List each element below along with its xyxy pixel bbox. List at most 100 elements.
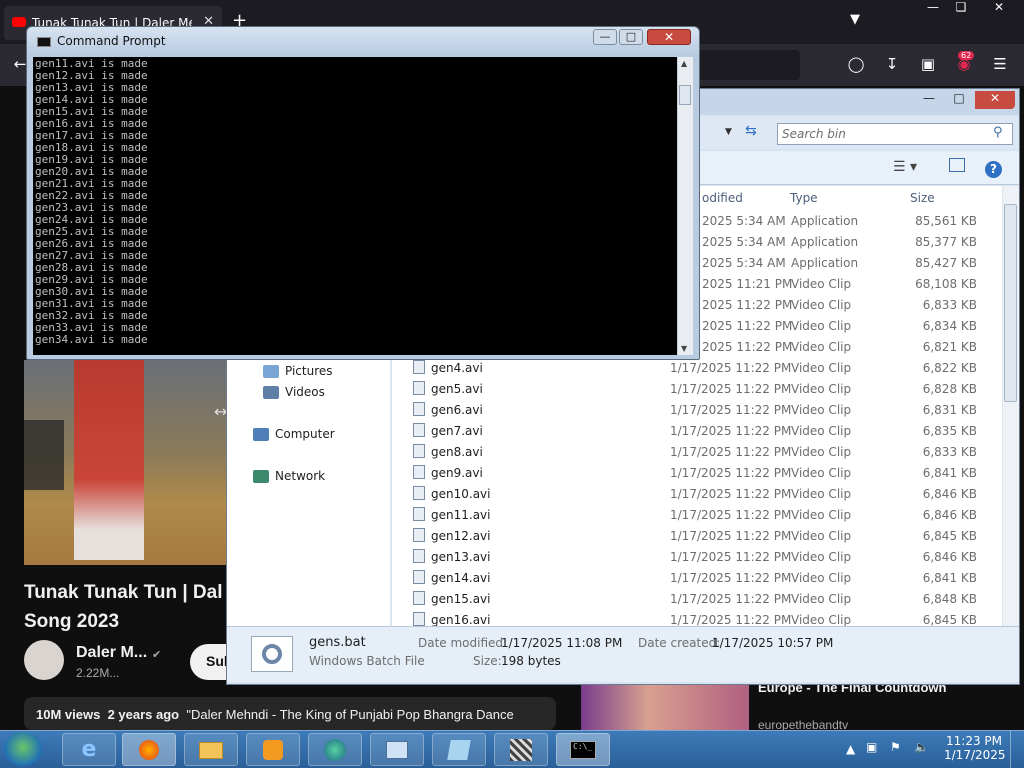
file-date: 1/17/2025 11:22 PM <box>670 592 792 606</box>
file-date: 1/17/2025 11:22 PM <box>670 508 792 522</box>
video-file-icon <box>413 423 425 437</box>
show-desktop-button[interactable] <box>1010 731 1024 768</box>
taskbar-media-player-icon[interactable] <box>246 733 300 766</box>
table-row[interactable]: gen8.avi 1/17/2025 11:22 PM Video Clip 6,83… <box>392 441 1002 462</box>
column-header-size[interactable]: Size <box>910 186 935 210</box>
file-date: 1/17/2025 11:22 PM <box>670 445 792 459</box>
table-row[interactable]: gen15.avi 1/17/2025 11:22 PM Video Clip 6,8… <box>392 588 1002 609</box>
cmd-minimize-icon[interactable]: — <box>593 29 617 45</box>
extensions-icon[interactable]: ▣ <box>918 55 938 73</box>
view-options-icon[interactable]: ☰ ▾ <box>893 159 917 175</box>
search-input[interactable]: Search bin <box>777 123 1013 145</box>
taskbar-cube-icon[interactable] <box>494 733 548 766</box>
nav-item-videos[interactable]: Videos <box>263 385 325 399</box>
scroll-down-icon[interactable]: ▼ <box>681 344 687 353</box>
cmd-titlebar[interactable]: Command Prompt — □ ✕ <box>27 27 699 55</box>
table-row[interactable]: gen6.avi 1/17/2025 11:22 PM Video Clip 6,83… <box>392 399 1002 420</box>
table-row[interactable]: gen11.avi 1/17/2025 11:22 PM Video Clip 6,8… <box>392 504 1002 525</box>
console-output[interactable]: gen11.avi is made gen12.avi is made gen13.… <box>33 57 677 355</box>
cmd-scrollbar-thumb[interactable] <box>679 85 691 105</box>
nav-label: Pictures <box>285 364 333 378</box>
file-name: gen15.avi <box>431 592 491 606</box>
video-title-line2: Song 2023 <box>24 611 120 632</box>
file-type: Video Clip <box>791 508 852 522</box>
preview-pane-icon[interactable] <box>949 158 965 172</box>
extension-badge: 62 <box>958 51 975 60</box>
clock[interactable]: 11:23 PM 1/17/2025 <box>944 734 1006 762</box>
tray-network-icon[interactable]: ▣ <box>866 740 877 754</box>
table-row[interactable]: gen14.avi 1/17/2025 11:22 PM Video Clip 6,8… <box>392 567 1002 588</box>
file-date: 2025 11:22 PM <box>702 319 793 333</box>
tab-list-chevron-icon[interactable]: ▼ <box>850 12 860 27</box>
refresh-icon[interactable]: ⇆ <box>745 123 757 139</box>
table-row[interactable]: gen4.avi 1/17/2025 11:22 PM Video Clip 6,82… <box>392 357 1002 378</box>
taskbar-notepad-icon[interactable] <box>432 733 486 766</box>
table-row[interactable]: gen5.avi 1/17/2025 11:22 PM Video Clip 6,82… <box>392 378 1002 399</box>
nav-item-pictures[interactable]: Pictures <box>263 364 333 378</box>
video-file-icon <box>413 570 425 584</box>
view-count: 10M views <box>36 707 101 722</box>
nav-item-computer[interactable]: Computer <box>253 427 335 441</box>
taskbar-ie-icon[interactable]: e <box>62 733 116 766</box>
recommendation-thumbnail[interactable] <box>581 684 749 730</box>
taskbar-cmd-icon[interactable]: C:\_ <box>556 733 610 766</box>
nav-item-network[interactable]: Network <box>253 469 325 483</box>
cmd-close-icon[interactable]: ✕ <box>647 29 691 45</box>
scrollbar-thumb[interactable] <box>1004 204 1017 402</box>
description-box[interactable]: 10M views 2 years ago "Daler Mehndi - Th… <box>24 697 556 730</box>
details-modified: 1/17/2025 11:08 PM <box>501 636 623 650</box>
video-player[interactable] <box>24 360 226 565</box>
youtube-icon <box>12 17 26 27</box>
file-date: 2025 5:34 AM <box>702 256 786 270</box>
taskbar-network-icon[interactable] <box>370 733 424 766</box>
video-file-icon <box>413 528 425 542</box>
address-dropdown-icon[interactable]: ▼ <box>725 127 732 137</box>
nav-label: Network <box>275 469 326 483</box>
minimize-icon[interactable]: — <box>918 0 948 20</box>
downloads-icon[interactable]: ↧ <box>882 55 902 73</box>
show-hidden-icons[interactable]: ▲ <box>846 742 855 756</box>
channel-avatar[interactable] <box>24 640 64 680</box>
console-line: gen34.avi is made <box>35 333 148 346</box>
file-type: Video Clip <box>791 340 852 354</box>
tray-volume-icon[interactable]: 🔈 <box>914 740 929 754</box>
video-file-icon <box>413 486 425 500</box>
file-name: gen16.avi <box>431 613 491 626</box>
restore-icon[interactable]: ❑ <box>946 0 976 20</box>
cmd-maximize-icon[interactable]: □ <box>619 29 643 45</box>
tray-flag-icon[interactable]: ⚑ <box>890 740 901 754</box>
help-icon[interactable]: ? <box>985 161 1002 178</box>
network-icon <box>253 469 269 483</box>
table-row[interactable]: gen7.avi 1/17/2025 11:22 PM Video Clip 6,83… <box>392 420 1002 441</box>
file-type: Video Clip <box>791 592 852 606</box>
table-row[interactable]: gen9.avi 1/17/2025 11:22 PM Video Clip 6,84… <box>392 462 1002 483</box>
scroll-up-icon[interactable]: ▲ <box>681 59 687 68</box>
close-window-icon[interactable]: ✕ <box>984 0 1014 20</box>
explorer-minimize-icon[interactable]: — <box>913 91 945 109</box>
file-size: 6,835 KB <box>922 424 977 438</box>
clock-date: 1/17/2025 <box>944 748 1006 762</box>
pocket-icon[interactable]: ◯ <box>846 55 866 73</box>
file-size: 85,427 KB <box>915 256 977 270</box>
table-row[interactable]: gen13.avi 1/17/2025 11:22 PM Video Clip 6,8… <box>392 546 1002 567</box>
video-file-icon <box>413 612 425 626</box>
channel-name[interactable]: Daler M... <box>76 644 147 662</box>
explorer-maximize-icon[interactable]: □ <box>943 91 975 109</box>
taskbar-app-icon[interactable] <box>308 733 362 766</box>
table-row[interactable]: gen12.avi 1/17/2025 11:22 PM Video Clip 6,8… <box>392 525 1002 546</box>
menu-hamburger-icon[interactable]: ☰ <box>990 55 1010 73</box>
explorer-close-icon[interactable]: ✕ <box>975 91 1015 109</box>
taskbar-firefox-icon[interactable] <box>122 733 176 766</box>
table-row[interactable]: gen10.avi 1/17/2025 11:22 PM Video Clip 6,8… <box>392 483 1002 504</box>
file-type: Video Clip <box>791 445 852 459</box>
file-name: gen11.avi <box>431 508 491 522</box>
details-created: 1/17/2025 10:57 PM <box>712 636 834 650</box>
search-icon[interactable]: ⚲ <box>993 125 1003 140</box>
start-button[interactable] <box>4 732 42 766</box>
column-header-modified[interactable]: odified <box>702 186 743 210</box>
column-header-type[interactable]: Type <box>790 186 818 210</box>
pictures-icon <box>263 364 279 378</box>
file-size: 6,834 KB <box>922 319 977 333</box>
taskbar-explorer-icon[interactable] <box>184 733 238 766</box>
table-row[interactable]: gen16.avi 1/17/2025 11:22 PM Video Clip 6,8… <box>392 609 1002 626</box>
